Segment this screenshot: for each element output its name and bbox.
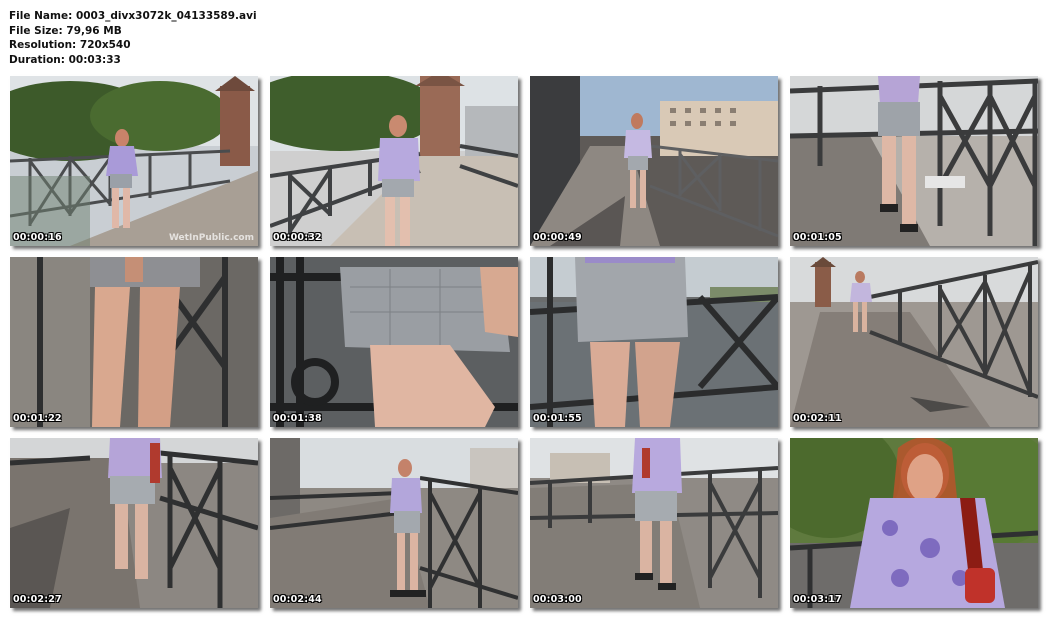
frame-image [530,76,778,246]
thumbnail-frame[interactable]: 00:02:44 [270,438,518,608]
frame-image [270,257,518,427]
file-name: File Name: 0003_divx3072k_04133589.avi [9,10,257,22]
timestamp: 00:00:32 [273,232,322,243]
thumbnail-frame[interactable]: 00:01:05 [790,76,1038,246]
thumbnail-frame[interactable]: 00:00:49 [530,76,778,246]
timestamp: 00:00:49 [533,232,582,243]
thumbnail-frame[interactable]: 00:00:16 WetInPublic.com [10,76,258,246]
frame-image [10,257,258,427]
frame-image [530,438,778,608]
thumbnail-frame[interactable]: 00:01:55 [530,257,778,427]
thumbnail-grid: 00:00:16 WetInPublic.com 00:00:32 00:00:… [10,76,1042,612]
frame-image [270,438,518,608]
thumbnail-frame[interactable]: 00:01:38 [270,257,518,427]
resolution: Resolution: 720x540 [9,39,131,51]
timestamp: 00:02:11 [793,413,842,424]
timestamp: 00:01:55 [533,413,582,424]
thumbnail-frame[interactable]: 00:03:00 [530,438,778,608]
frame-image [790,257,1038,427]
timestamp: 00:01:38 [273,413,322,424]
frame-image [10,76,258,246]
duration: Duration: 00:03:33 [9,53,121,66]
timestamp: 00:00:16 [13,232,62,243]
thumbnail-frame[interactable]: 00:03:17 [790,438,1038,608]
frame-image [530,257,778,427]
thumbnail-frame[interactable]: 00:02:11 [790,257,1038,427]
timestamp: 00:02:44 [273,594,322,605]
timestamp: 00:01:22 [13,413,62,424]
thumbnail-frame[interactable]: 00:00:32 [270,76,518,246]
timestamp: 00:02:27 [13,594,62,605]
thumbnail-frame[interactable]: 00:01:22 [10,257,258,427]
timestamp: 00:01:05 [793,232,842,243]
frame-image [790,76,1038,246]
frame-image [10,438,258,608]
frame-image [270,76,518,246]
timestamp: 00:03:00 [533,594,582,605]
timestamp: 00:03:17 [793,594,842,605]
thumbnail-frame[interactable]: 00:02:27 [10,438,258,608]
watermark: WetInPublic.com [168,233,254,243]
frame-image [790,438,1038,608]
file-info: File Name: 0003_divx3072k_04133589.avi F… [9,9,257,67]
file-size: File Size: 79,96 MB [9,24,122,37]
